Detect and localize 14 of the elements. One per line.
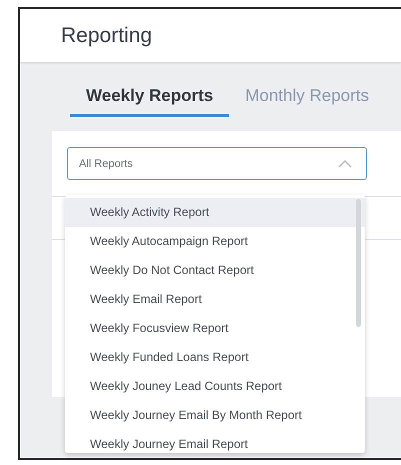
dropdown-option[interactable]: Weekly Journey Email Report: [65, 430, 365, 453]
dropdown-option[interactable]: Weekly Email Report: [65, 285, 365, 314]
dropdown-option[interactable]: Weekly Funded Loans Report: [65, 343, 365, 372]
page-title: Reporting: [61, 24, 152, 48]
chevron-up-icon: [338, 160, 352, 168]
dropdown-option[interactable]: Weekly Activity Report: [65, 198, 365, 227]
scrollbar[interactable]: [356, 199, 361, 327]
dropdown-option[interactable]: Weekly Do Not Contact Report: [65, 256, 365, 285]
tab[interactable]: Weekly Reports: [70, 86, 230, 117]
dropdown-option[interactable]: Weekly Journey Email By Month Report: [65, 401, 365, 430]
report-select[interactable]: All Reports: [67, 147, 367, 180]
dropdown-option[interactable]: Weekly Jouney Lead Counts Report: [65, 372, 365, 401]
dropdown-option[interactable]: Weekly Focusview Report: [65, 314, 365, 343]
dropdown-option[interactable]: Weekly Autocampaign Report: [65, 227, 365, 256]
